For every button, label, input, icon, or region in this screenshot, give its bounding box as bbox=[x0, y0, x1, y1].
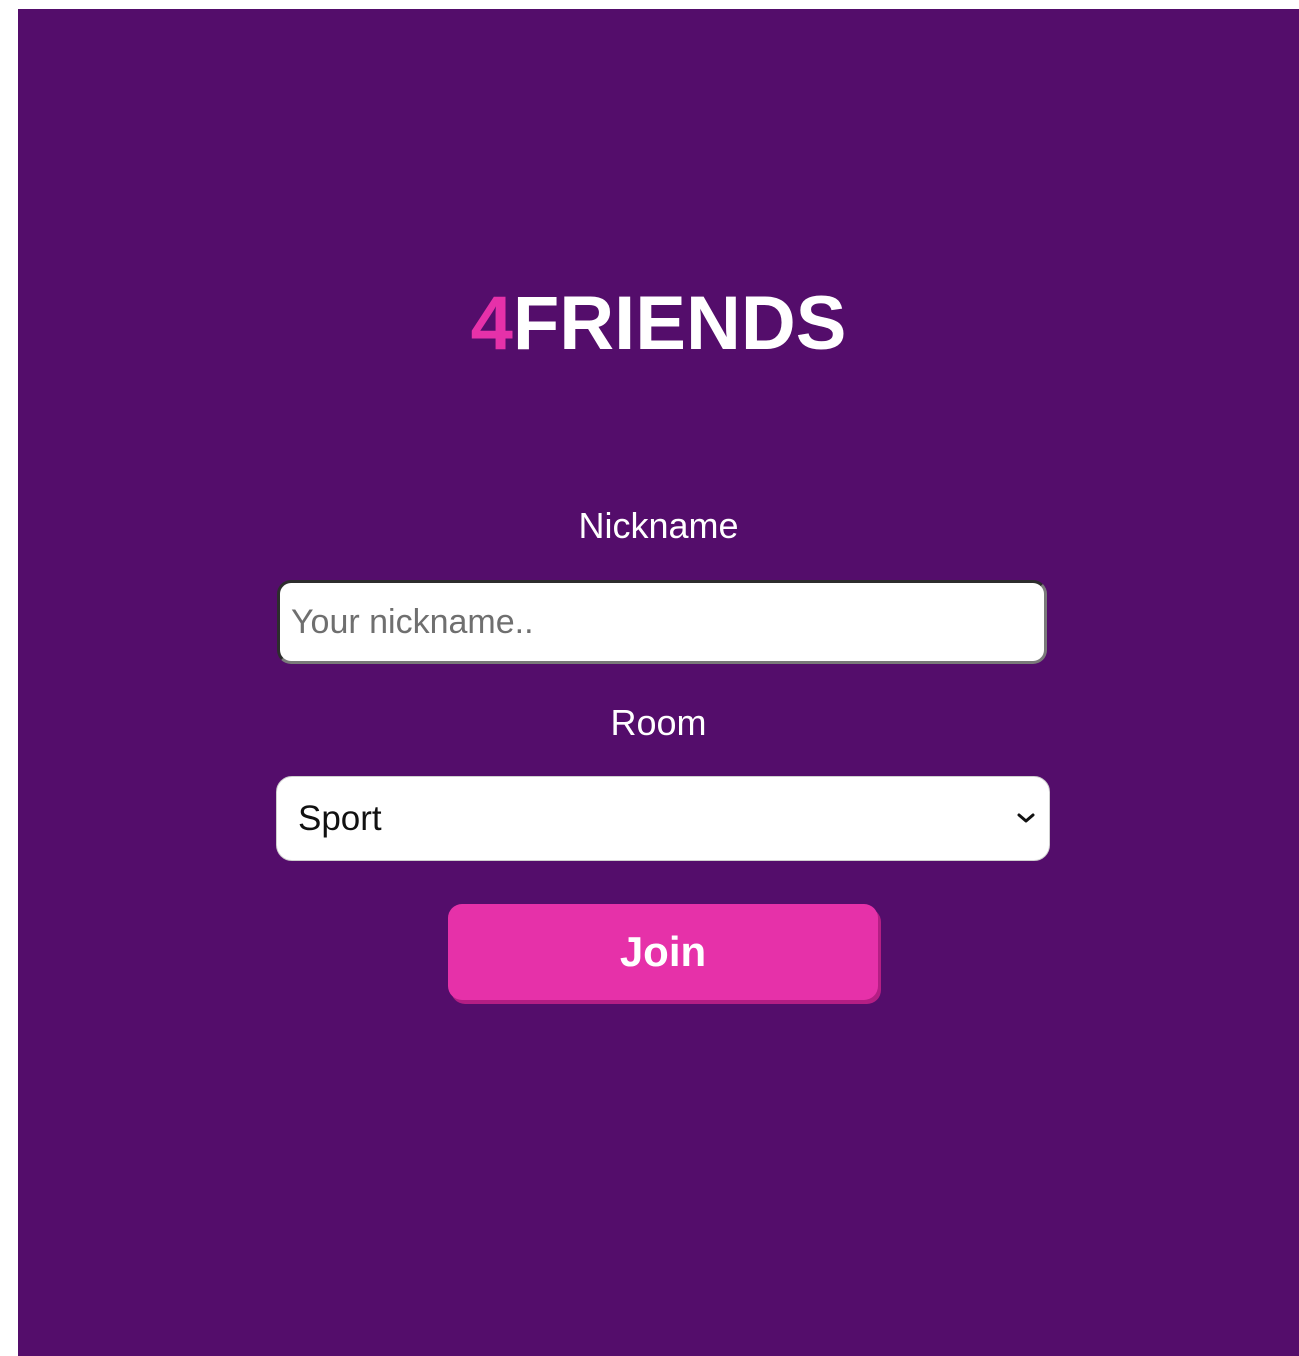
nickname-label: Nickname bbox=[578, 505, 739, 546]
room-selected-value: Sport bbox=[298, 799, 382, 838]
app-logo: 4FRIENDS bbox=[18, 279, 1299, 369]
room-select[interactable]: Sport bbox=[276, 776, 1050, 861]
join-screen: 4FRIENDS Nickname Room Sport Join bbox=[18, 9, 1299, 1356]
logo-accent: 4 bbox=[470, 281, 513, 366]
chevron-down-icon bbox=[1017, 813, 1035, 823]
join-button[interactable]: Join bbox=[448, 904, 878, 1000]
logo-name: FRIENDS bbox=[512, 281, 847, 366]
nickname-input[interactable] bbox=[277, 580, 1047, 664]
room-label: Room bbox=[610, 702, 707, 743]
